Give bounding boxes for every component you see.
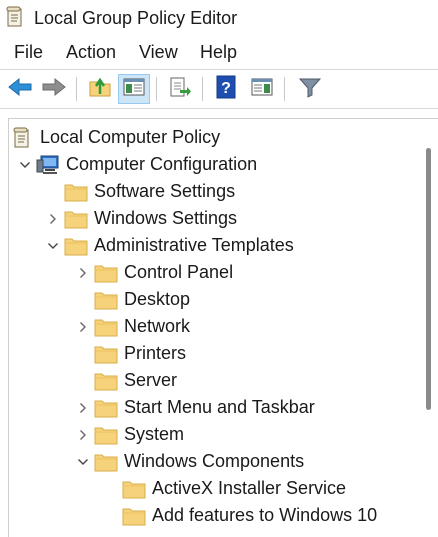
- folder-icon: [94, 424, 118, 446]
- folder-icon: [64, 208, 88, 230]
- folder-icon: [94, 397, 118, 419]
- expander-placeholder: [42, 178, 64, 205]
- tree-node-label: Windows Settings: [94, 208, 238, 228]
- menu-help[interactable]: Help: [200, 42, 237, 63]
- tree-node-label: Computer Configuration: [66, 154, 258, 174]
- menu-file[interactable]: File: [14, 42, 43, 63]
- expander-placeholder: [100, 502, 122, 529]
- tree-node-label: Network: [124, 316, 191, 336]
- export-list-icon: [168, 76, 192, 103]
- tree-node-control-panel[interactable]: Control Panel: [72, 259, 233, 286]
- expander-placeholder: [72, 286, 94, 313]
- computer-icon: [36, 154, 60, 176]
- filter-button[interactable]: [294, 74, 326, 104]
- tree-node-label: System: [124, 424, 185, 444]
- folder-up-icon: [88, 76, 112, 103]
- expander-placeholder: [100, 475, 122, 502]
- folder-icon: [94, 343, 118, 365]
- folder-icon: [122, 478, 146, 500]
- up-one-level-button[interactable]: [84, 74, 116, 104]
- tree-node-desktop[interactable]: Desktop: [72, 286, 190, 313]
- tree-node-windows-settings[interactable]: Windows Settings: [42, 205, 237, 232]
- vertical-scrollbar[interactable]: [426, 148, 431, 410]
- show-hide-console-tree-button[interactable]: [118, 74, 150, 104]
- back-arrow-icon: [7, 77, 33, 102]
- tree-node-computer-configuration[interactable]: Computer Configuration: [14, 151, 257, 178]
- tree-node-windows-components[interactable]: Windows Components: [72, 448, 304, 475]
- folder-icon: [64, 235, 88, 257]
- tree-node-network[interactable]: Network: [72, 313, 190, 340]
- menu-action[interactable]: Action: [66, 42, 116, 63]
- expander-placeholder: [72, 340, 94, 367]
- toolbar: ?: [0, 69, 438, 109]
- tree-node-label: Add features to Windows 10: [152, 505, 378, 525]
- folder-icon: [94, 451, 118, 473]
- chevron-down-icon[interactable]: [14, 151, 36, 178]
- help-button[interactable]: ?: [210, 74, 242, 104]
- folder-icon: [94, 262, 118, 284]
- tree-node-label: Control Panel: [124, 262, 234, 282]
- action-pane-icon: [250, 77, 274, 102]
- tree-node-start-menu-and-taskbar[interactable]: Start Menu and Taskbar: [72, 394, 315, 421]
- tree-node-label: Local Computer Policy: [40, 127, 221, 147]
- menu-view[interactable]: View: [139, 42, 178, 63]
- toolbar-separator: [284, 77, 285, 101]
- chevron-right-icon[interactable]: [72, 394, 94, 421]
- tree-node-server[interactable]: Server: [72, 367, 177, 394]
- tree-node-label: Administrative Templates: [94, 235, 294, 255]
- filter-icon: [298, 76, 322, 103]
- chevron-right-icon[interactable]: [42, 205, 64, 232]
- tree-node-administrative-templates[interactable]: Administrative Templates: [42, 232, 294, 259]
- tree-node-add-features-to-windows-10[interactable]: Add features to Windows 10: [100, 502, 377, 529]
- forward-button[interactable]: [38, 74, 70, 104]
- chevron-right-icon[interactable]: [72, 259, 94, 286]
- help-icon: ?: [215, 75, 237, 104]
- policy-document-icon: [6, 6, 24, 28]
- window-title: Local Group Policy Editor: [34, 8, 238, 28]
- tree-node-label: Software Settings: [94, 181, 236, 201]
- toolbar-separator: [156, 77, 157, 101]
- tree-node-printers[interactable]: Printers: [72, 340, 186, 367]
- svg-text:?: ?: [221, 80, 231, 97]
- tree-node-label: ActiveX Installer Service: [152, 478, 347, 498]
- folder-icon: [122, 505, 146, 527]
- forward-arrow-icon: [41, 77, 67, 102]
- tree-node-label: Server: [124, 370, 178, 390]
- tree-node-label: Printers: [124, 343, 187, 363]
- tree-node-activex-installer-service[interactable]: ActiveX Installer Service: [100, 475, 346, 502]
- tree-node-system[interactable]: System: [72, 421, 184, 448]
- back-button[interactable]: [4, 74, 36, 104]
- policy-document-icon: [10, 127, 34, 149]
- tree-node-label: Desktop: [124, 289, 191, 309]
- tree-node-label: Windows Components: [124, 451, 305, 471]
- folder-icon: [94, 316, 118, 338]
- menu-bar: File Action View Help: [0, 38, 438, 68]
- tree-node-software-settings[interactable]: Software Settings: [42, 178, 235, 205]
- tree-node-local-computer-policy[interactable]: Local Computer Policy: [10, 124, 220, 151]
- console-tree-icon: [122, 77, 146, 102]
- toolbar-separator: [76, 77, 77, 101]
- expander-placeholder: [72, 367, 94, 394]
- folder-icon: [94, 370, 118, 392]
- chevron-down-icon[interactable]: [42, 232, 64, 259]
- chevron-right-icon[interactable]: [72, 313, 94, 340]
- folder-icon: [94, 289, 118, 311]
- chevron-right-icon[interactable]: [72, 421, 94, 448]
- title-bar: Local Group Policy Editor: [0, 0, 438, 36]
- chevron-down-icon[interactable]: [72, 448, 94, 475]
- toolbar-separator: [202, 77, 203, 101]
- tree-node-label: Start Menu and Taskbar: [124, 397, 315, 417]
- folder-icon: [64, 181, 88, 203]
- export-list-button[interactable]: [164, 74, 196, 104]
- show-hide-action-pane-button[interactable]: [246, 74, 278, 104]
